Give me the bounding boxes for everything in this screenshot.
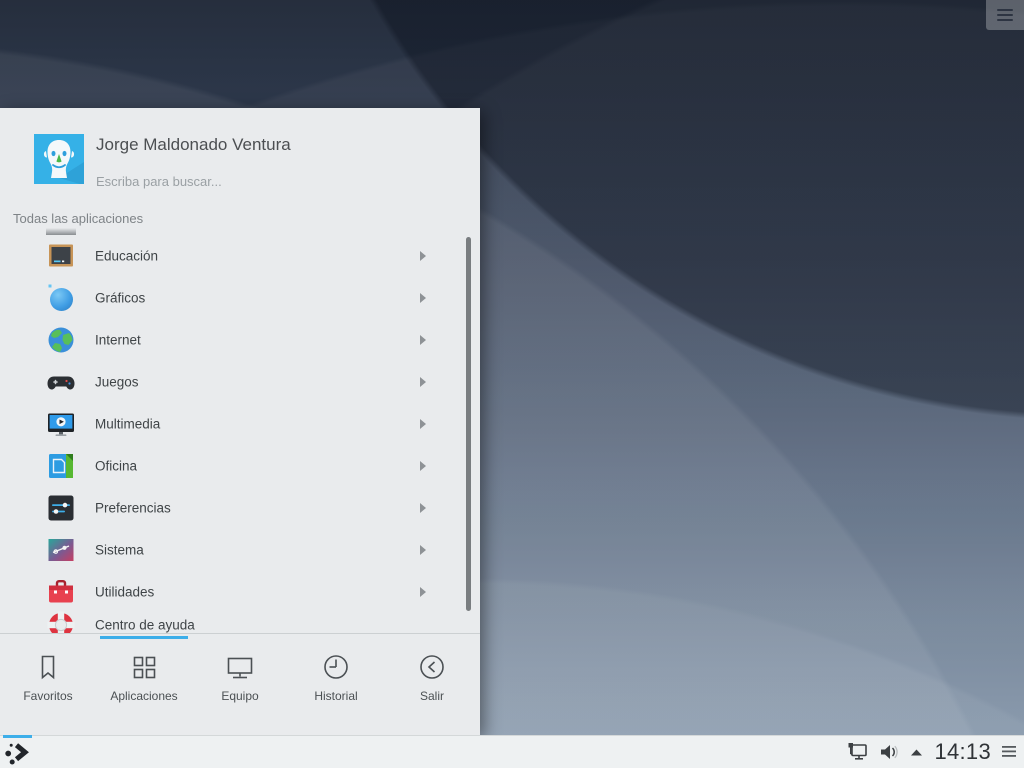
section-label: Todas las aplicaciones: [13, 211, 144, 226]
internet-globe-icon: [48, 327, 74, 353]
app-category-list: Educación Gráficos Internet Juegos Multi…: [0, 235, 480, 633]
desktop-toolbox-button[interactable]: [986, 0, 1024, 30]
category-row-oficina[interactable]: Oficina: [0, 445, 480, 487]
office-document-icon: [49, 454, 73, 478]
user-name: Jorge Maldonado Ventura: [96, 135, 291, 154]
taskbar-panel: 14:13: [0, 735, 1024, 768]
tab-salir[interactable]: Salir: [384, 634, 480, 735]
tab-favoritos[interactable]: Favoritos: [0, 634, 96, 735]
expand-tray-icon[interactable]: [909, 747, 924, 757]
submenu-arrow-icon: [420, 587, 426, 597]
network-icon[interactable]: [847, 742, 869, 761]
app-grid-icon: [133, 656, 156, 679]
plasma-logo-icon: [5, 743, 29, 765]
games-gamepad-icon: [47, 376, 75, 390]
help-lifebuoy-icon: [47, 611, 75, 633]
submenu-arrow-icon: [420, 293, 426, 303]
history-clock-icon: [324, 655, 348, 679]
user-avatar[interactable]: [34, 134, 84, 184]
tab-historial[interactable]: Historial: [288, 634, 384, 735]
application-launcher-menu: Jorge Maldonado Ventura Escriba para bus…: [0, 108, 480, 735]
user-face-icon: [34, 134, 84, 184]
desktop: Jorge Maldonado Ventura Escriba para bus…: [0, 0, 1024, 768]
submenu-arrow-icon: [420, 419, 426, 429]
submenu-arrow-icon: [420, 377, 426, 387]
category-row-juegos[interactable]: Juegos: [0, 361, 480, 403]
graphics-sphere-icon: [48, 284, 73, 311]
menu-scrollbar[interactable]: [466, 237, 471, 611]
category-row-educacion[interactable]: Educación: [0, 235, 480, 277]
system-sliders-icon: [48, 539, 74, 561]
category-row-graficos[interactable]: Gráficos: [0, 277, 480, 319]
leave-icon: [420, 655, 444, 679]
scrolled-item-remnant: [46, 228, 76, 235]
taskbar-clock[interactable]: 14:13: [934, 739, 991, 765]
submenu-arrow-icon: [420, 545, 426, 555]
menu-tab-bar: Favoritos Aplicaciones Equipo Historial …: [0, 634, 480, 735]
category-row-centro-de-ayuda[interactable]: Centro de ayuda: [0, 604, 480, 633]
launcher-active-indicator: [3, 735, 32, 738]
computer-icon: [227, 657, 253, 679]
volume-icon[interactable]: [879, 743, 899, 761]
hamburger-menu-icon: [997, 9, 1013, 11]
launcher-button[interactable]: [3, 735, 33, 768]
bookmark-icon: [41, 655, 55, 680]
category-row-sistema[interactable]: Sistema: [0, 529, 480, 571]
submenu-arrow-icon: [420, 335, 426, 345]
category-row-multimedia[interactable]: Multimedia: [0, 403, 480, 445]
search-input[interactable]: Escriba para buscar...: [96, 174, 222, 189]
submenu-arrow-icon: [420, 251, 426, 261]
submenu-arrow-icon: [420, 503, 426, 513]
education-blackboard-icon: [49, 244, 73, 267]
panel-menu-icon[interactable]: [1001, 745, 1017, 758]
tab-aplicaciones[interactable]: Aplicaciones: [96, 634, 192, 735]
utilities-toolbox-icon: [49, 580, 73, 603]
category-row-internet[interactable]: Internet: [0, 319, 480, 361]
multimedia-player-icon: [48, 413, 74, 436]
submenu-arrow-icon: [420, 461, 426, 471]
preferences-sliders-icon: [48, 495, 74, 521]
system-tray: 14:13: [847, 735, 1017, 768]
tab-equipo[interactable]: Equipo: [192, 634, 288, 735]
category-row-preferencias[interactable]: Preferencias: [0, 487, 480, 529]
